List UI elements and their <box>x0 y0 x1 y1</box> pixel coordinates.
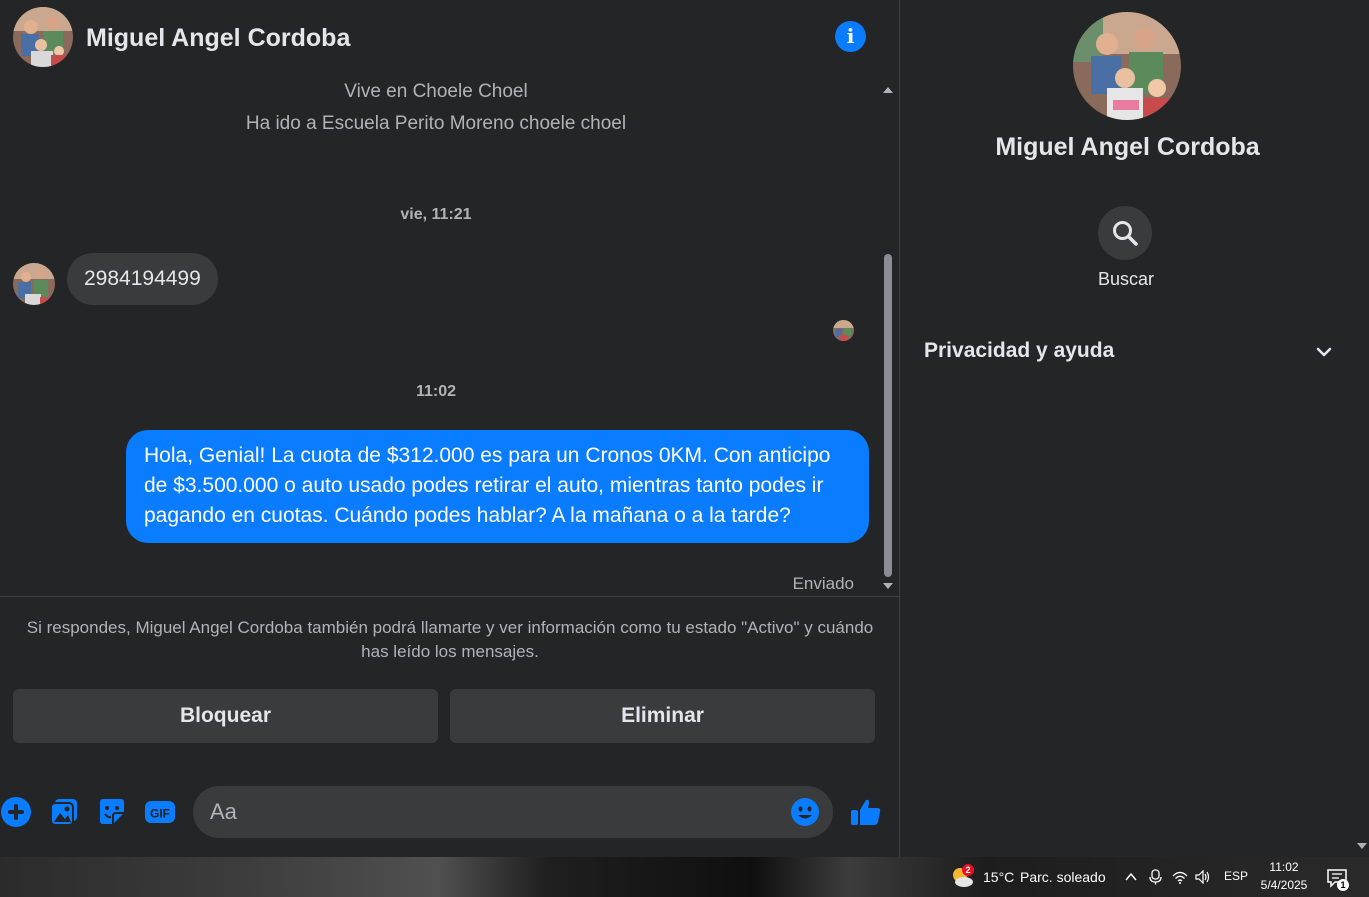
delete-button[interactable]: Eliminar <box>450 689 875 743</box>
search-icon <box>1113 221 1138 246</box>
temperature[interactable]: 15°C <box>983 869 1014 885</box>
scroll-up-icon[interactable] <box>883 87 893 93</box>
sender-avatar[interactable] <box>13 263 55 305</box>
thread-scrollbar[interactable] <box>880 86 896 596</box>
bio-school: Ha ido a Escuela Perito Moreno choele ch… <box>245 113 627 134</box>
chevron-down-icon <box>1316 347 1332 357</box>
weather-condition[interactable]: Parc. soleado <box>1020 869 1106 885</box>
wifi-icon[interactable] <box>1172 868 1188 886</box>
scroll-down-icon[interactable] <box>1357 843 1367 849</box>
message-request-notice: Si respondes, Miguel Angel Cordoba tambi… <box>26 618 874 661</box>
search-label: Buscar <box>1097 269 1155 289</box>
incoming-message[interactable]: 2984194499 <box>67 253 218 305</box>
privacy-label: Privacidad y ayuda <box>924 339 1115 362</box>
divider <box>0 596 899 597</box>
profile-name: Miguel Angel Cordoba <box>995 133 1260 161</box>
window-scrollbar[interactable] <box>1354 0 1369 857</box>
plus-icon[interactable] <box>0 796 32 828</box>
info-icon: i <box>846 24 855 48</box>
scroll-thumb[interactable] <box>884 254 892 577</box>
scroll-down-icon[interactable] <box>883 583 893 589</box>
profile-picture[interactable] <box>1073 12 1181 120</box>
contact-avatar[interactable] <box>13 7 73 67</box>
windows-taskbar: 2 15°C Parc. soleado ESP 11:02 5/4/2025 … <box>0 857 1369 897</box>
meet-icon[interactable] <box>1149 868 1163 886</box>
language-indicator[interactable]: ESP <box>1224 869 1248 883</box>
chat-panel: Miguel Angel Cordoba i Vive en Choele Ch… <box>0 0 899 857</box>
contact-name[interactable]: Miguel Angel Cordoba <box>86 24 350 53</box>
timestamp: vie, 11:21 <box>400 206 472 223</box>
search-in-conversation-button[interactable] <box>1098 206 1152 260</box>
weather-badge: 2 <box>962 864 974 876</box>
messenger-window: Miguel Angel Cordoba i Vive en Choele Ch… <box>0 0 1369 857</box>
message-thread: Vive en Choele Choel Ha ido a Escuela Pe… <box>0 78 880 596</box>
notification-count: 1 <box>1337 879 1349 891</box>
seen-indicator-avatar <box>833 320 854 341</box>
composer: GIF <box>0 784 899 840</box>
conversation-info-panel: Miguel Angel Cordoba Buscar Privacidad y… <box>899 0 1354 857</box>
emoji-icon[interactable] <box>790 797 820 827</box>
clock-date[interactable]: 5/4/2025 <box>1252 878 1316 892</box>
bio-location: Vive en Choele Choel <box>344 81 528 102</box>
info-button[interactable]: i <box>835 21 866 52</box>
volume-icon[interactable] <box>1195 868 1211 886</box>
gif-icon[interactable]: GIF <box>144 796 176 828</box>
chat-header: Miguel Angel Cordoba i <box>0 0 899 78</box>
block-button[interactable]: Bloquear <box>13 689 438 743</box>
message-input-box[interactable] <box>193 786 833 838</box>
sticker-icon[interactable] <box>96 796 128 828</box>
svg-text:GIF: GIF <box>150 807 170 821</box>
image-icon[interactable] <box>48 796 80 828</box>
outgoing-message[interactable]: Hola, Genial! La cuota de $312.000 es pa… <box>126 430 869 543</box>
message-status: Enviado <box>792 574 854 593</box>
chevron-up-icon[interactable] <box>1124 868 1138 886</box>
privacy-and-help-section[interactable]: Privacidad y ayuda <box>924 332 1334 372</box>
timestamp: 11:02 <box>415 383 457 400</box>
thumbs-up-icon[interactable] <box>850 796 882 828</box>
message-input[interactable] <box>210 786 770 838</box>
clock-time[interactable]: 11:02 <box>1252 860 1316 874</box>
